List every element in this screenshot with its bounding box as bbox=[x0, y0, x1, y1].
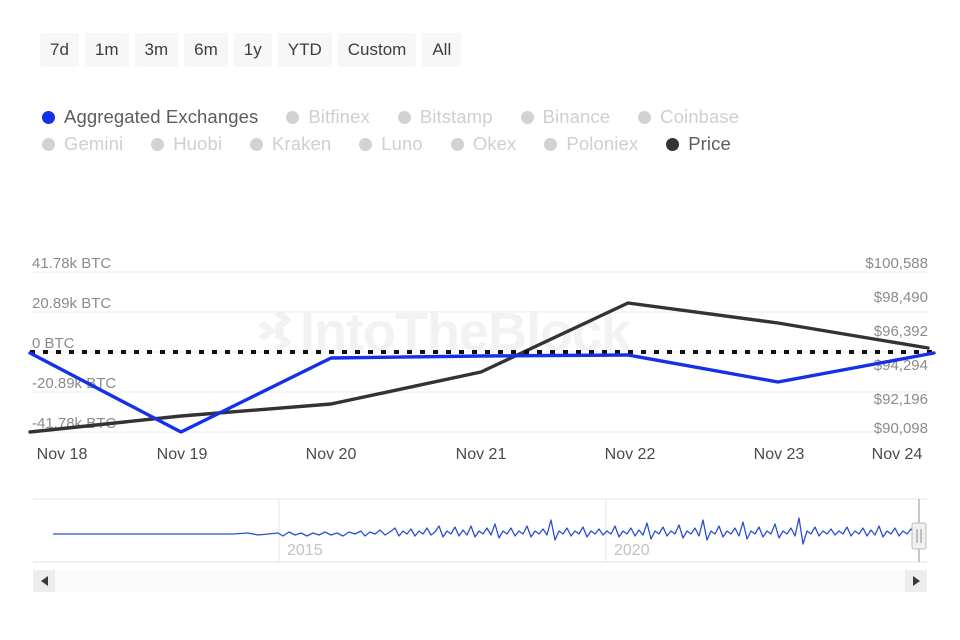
navigator-sparkline bbox=[53, 518, 923, 544]
legend-item-okex[interactable]: Okex bbox=[451, 133, 517, 155]
chart-scrollbar[interactable] bbox=[33, 570, 927, 592]
watermark-label: IntoTheBlock bbox=[300, 302, 632, 362]
legend-label: Poloniex bbox=[566, 133, 638, 155]
chart-legend: Aggregated Exchanges Bitfinex Bitstamp B… bbox=[42, 106, 842, 160]
legend-dot-icon bbox=[359, 138, 372, 151]
y2-axis-tick-label: $98,490 bbox=[874, 289, 928, 306]
y-axis-tick-label: 0 BTC bbox=[32, 335, 75, 352]
navigator-year-label: 2015 bbox=[287, 542, 323, 559]
x-axis-tick-label: Nov 23 bbox=[754, 446, 805, 463]
x-axis-tick-label: Nov 22 bbox=[605, 446, 656, 463]
legend-item-luno[interactable]: Luno bbox=[359, 133, 423, 155]
legend-label: Binance bbox=[543, 106, 611, 128]
legend-label: Okex bbox=[473, 133, 517, 155]
legend-dot-icon bbox=[151, 138, 164, 151]
x-axis-tick-label: Nov 24 bbox=[872, 446, 923, 463]
range-button-3m[interactable]: 3m bbox=[135, 33, 179, 67]
legend-dot-icon bbox=[451, 138, 464, 151]
legend-dot-icon bbox=[250, 138, 263, 151]
legend-label: Kraken bbox=[272, 133, 331, 155]
y2-axis-tick-label: $96,392 bbox=[874, 323, 928, 340]
x-axis-tick-label: Nov 21 bbox=[456, 446, 507, 463]
legend-label: Bitfinex bbox=[308, 106, 369, 128]
scroll-left-button[interactable] bbox=[33, 570, 55, 592]
chart-plot-area[interactable]: IntoTheBlock 41.78k BTC 20.89k BTC 0 BTC… bbox=[0, 240, 960, 480]
legend-label: Price bbox=[688, 133, 731, 155]
legend-dot-icon bbox=[398, 111, 411, 124]
netflow-price-line-chart: IntoTheBlock 41.78k BTC 20.89k BTC 0 BTC… bbox=[0, 240, 960, 480]
legend-dot-icon bbox=[42, 138, 55, 151]
legend-dot-icon bbox=[286, 111, 299, 124]
x-axis-tick-label: Nov 20 bbox=[306, 446, 357, 463]
legend-dot-icon bbox=[521, 111, 534, 124]
scroll-right-button[interactable] bbox=[905, 570, 927, 592]
legend-label: Bitstamp bbox=[420, 106, 493, 128]
y2-axis-tick-label: $90,098 bbox=[874, 420, 928, 437]
range-button-ytd[interactable]: YTD bbox=[278, 33, 332, 67]
legend-item-gemini[interactable]: Gemini bbox=[42, 133, 123, 155]
y2-axis-tick-label: $92,196 bbox=[874, 391, 928, 408]
y-axis-tick-label: 20.89k BTC bbox=[32, 295, 111, 312]
range-button-custom[interactable]: Custom bbox=[338, 33, 417, 67]
range-button-6m[interactable]: 6m bbox=[184, 33, 228, 67]
legend-item-coinbase[interactable]: Coinbase bbox=[638, 106, 739, 128]
legend-dot-icon bbox=[42, 111, 55, 124]
legend-label: Coinbase bbox=[660, 106, 739, 128]
chart-page: 7d 1m 3m 6m 1y YTD Custom All Aggregated… bbox=[0, 0, 960, 640]
range-button-7d[interactable]: 7d bbox=[40, 33, 79, 67]
legend-dot-icon bbox=[666, 138, 679, 151]
navigator-right-handle[interactable] bbox=[912, 523, 926, 549]
legend-label: Aggregated Exchanges bbox=[64, 106, 258, 128]
y-axis-tick-label: 41.78k BTC bbox=[32, 255, 111, 272]
legend-item-huobi[interactable]: Huobi bbox=[151, 133, 222, 155]
legend-item-price[interactable]: Price bbox=[666, 133, 731, 155]
legend-item-kraken[interactable]: Kraken bbox=[250, 133, 331, 155]
scrollbar-track[interactable] bbox=[55, 570, 905, 592]
range-button-1y[interactable]: 1y bbox=[234, 33, 272, 67]
legend-item-binance[interactable]: Binance bbox=[521, 106, 611, 128]
range-button-1m[interactable]: 1m bbox=[85, 33, 129, 67]
legend-item-aggregated-exchanges[interactable]: Aggregated Exchanges bbox=[42, 106, 258, 128]
legend-label: Gemini bbox=[64, 133, 123, 155]
navigator-year-label: 2020 bbox=[614, 542, 650, 559]
time-range-selector: 7d 1m 3m 6m 1y YTD Custom All bbox=[40, 33, 461, 67]
intotheblock-watermark: IntoTheBlock bbox=[258, 302, 632, 362]
y2-axis-tick-label: $100,588 bbox=[865, 255, 928, 272]
legend-label: Huobi bbox=[173, 133, 222, 155]
legend-item-bitfinex[interactable]: Bitfinex bbox=[286, 106, 369, 128]
scroll-right-arrow-icon bbox=[913, 576, 920, 586]
navigator-overview: 2015 2020 bbox=[33, 498, 927, 564]
legend-dot-icon bbox=[544, 138, 557, 151]
scroll-left-arrow-icon bbox=[41, 576, 48, 586]
legend-label: Luno bbox=[381, 133, 423, 155]
legend-item-bitstamp[interactable]: Bitstamp bbox=[398, 106, 493, 128]
range-button-all[interactable]: All bbox=[422, 33, 461, 67]
x-axis-tick-label: Nov 18 bbox=[37, 446, 88, 463]
legend-item-poloniex[interactable]: Poloniex bbox=[544, 133, 638, 155]
legend-dot-icon bbox=[638, 111, 651, 124]
chart-navigator[interactable]: 2015 2020 bbox=[33, 498, 927, 564]
x-axis-tick-label: Nov 19 bbox=[157, 446, 208, 463]
